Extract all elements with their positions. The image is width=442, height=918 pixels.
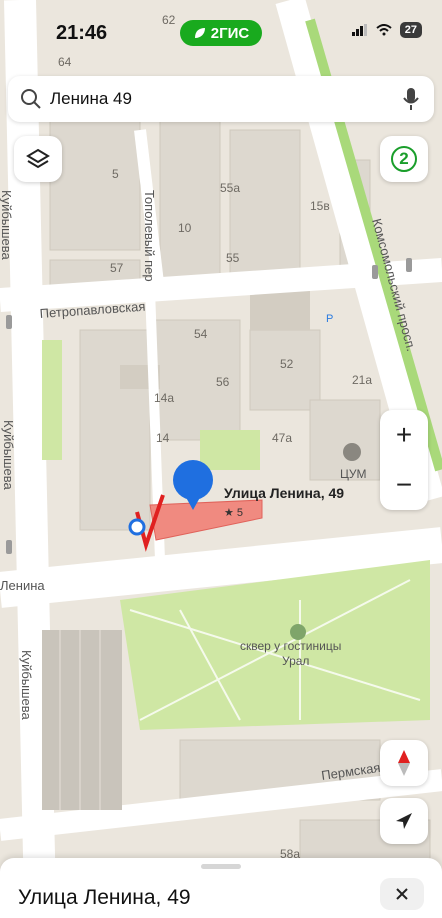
building-number: 56 (216, 375, 230, 389)
poi-label-square: сквер у гостиницы (240, 639, 341, 653)
brand-badge[interactable]: 2ГИС (180, 20, 262, 46)
building-number: 21а (352, 373, 372, 387)
building-number: 14а (154, 391, 174, 405)
brand-name: 2ГИС (210, 24, 250, 42)
building-number: 57 (110, 261, 124, 275)
brand-icon (194, 28, 205, 38)
traffic-score-badge: 2 (391, 146, 417, 172)
building-number: 54 (194, 327, 208, 341)
building-number: 47а (272, 431, 292, 445)
poi-label-tsum: ЦУМ (340, 467, 367, 481)
selected-address-label: Улица Ленина, 49 (224, 485, 344, 501)
parking-label: P (326, 313, 333, 325)
building-block (49, 119, 141, 251)
sheet-close-button[interactable] (380, 878, 424, 910)
compass-icon (398, 750, 410, 776)
navigation-arrow-icon (396, 813, 412, 829)
zoom-out-button[interactable]: − (380, 460, 428, 510)
street-label-kuybysheva-3: Куйбышева (19, 650, 34, 721)
layers-button[interactable] (14, 136, 62, 182)
building-number: 52 (280, 357, 294, 371)
map-canvas[interactable]: Петропавловская Куйбышева Куйбышева Куйб… (0, 0, 442, 900)
search-icon (21, 89, 41, 109)
building-number: 10 (178, 221, 192, 235)
street-label-lenina: Ленина (0, 578, 45, 593)
status-indicators: 27 (351, 22, 422, 38)
close-icon (396, 888, 408, 900)
street-label-kuybysheva-2: Куйбышева (1, 420, 16, 491)
building-number: 15в (310, 199, 330, 213)
building-number: 55а (220, 181, 240, 195)
street-label-topolevy: Тополевый пер (142, 190, 157, 282)
battery-indicator: 27 (399, 22, 422, 38)
building-number: 14 (156, 431, 170, 445)
bottom-sheet[interactable]: Улица Ленина, 49 (0, 858, 442, 918)
search-bar[interactable]: Ленина 49 (8, 76, 434, 122)
building-number: 55 (226, 251, 240, 265)
search-query[interactable]: Ленина 49 (50, 89, 402, 109)
traffic-score-button[interactable]: 2 (380, 136, 428, 182)
street-label-kuybysheva: Куйбышева (0, 190, 14, 261)
sheet-title: Улица Ленина, 49 (18, 886, 191, 909)
zoom-controls: + − (380, 410, 428, 510)
my-location-button[interactable] (380, 798, 428, 844)
layers-icon (26, 148, 50, 169)
signal-icon (351, 24, 367, 36)
zoom-in-button[interactable]: + (380, 410, 428, 460)
shopping-icon (343, 443, 361, 461)
compass-button[interactable] (380, 740, 428, 786)
park-icon (290, 624, 306, 640)
poi-label-square-2: Урал (282, 654, 309, 668)
status-bar: 21:46 2ГИС 27 (0, 0, 442, 60)
status-time: 21:46 (56, 22, 108, 44)
selected-rating: ★ 5 (224, 507, 243, 519)
sheet-handle[interactable] (201, 864, 241, 869)
wifi-icon (376, 24, 392, 36)
microphone-icon[interactable] (402, 87, 420, 111)
building-number: 5 (112, 167, 119, 181)
